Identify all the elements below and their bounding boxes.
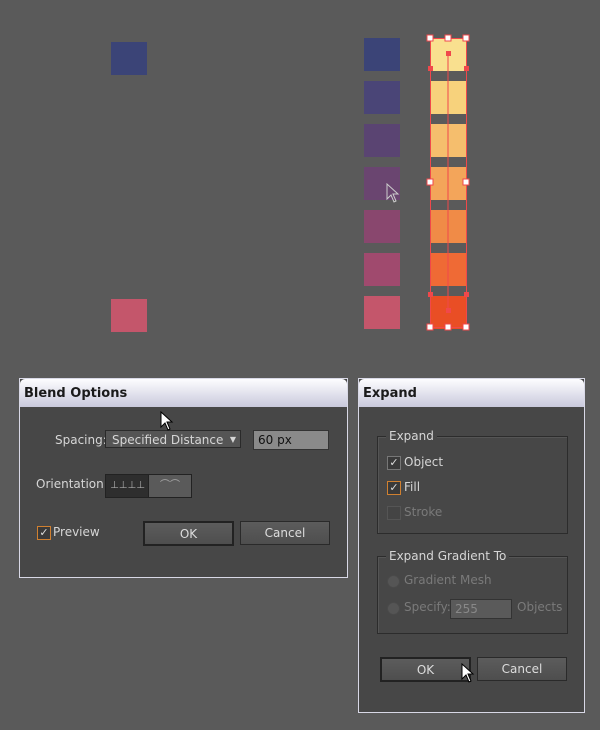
cancel-button[interactable]: Cancel (240, 521, 330, 545)
resize-handle (426, 34, 434, 42)
hollow-cursor-icon (386, 183, 400, 203)
resize-handle (426, 323, 434, 331)
resize-handle (462, 178, 470, 186)
resize-handle (462, 323, 470, 331)
object-label: Object (404, 455, 444, 469)
anchor-point (428, 292, 433, 297)
resize-handle (444, 34, 452, 42)
preview-checkbox[interactable]: ✓ (37, 526, 51, 540)
align-to-page-button[interactable]: ⊥⊥⊥⊥ (105, 474, 150, 498)
chevron-down-icon: ▼ (229, 435, 236, 444)
specify-radio[interactable] (387, 602, 400, 615)
gradient-mesh-label: Gradient Mesh (404, 573, 492, 587)
ok-button[interactable]: OK (380, 657, 471, 682)
anchor-point (446, 51, 451, 56)
selection-bounding-box[interactable] (0, 0, 600, 340)
object-checkbox[interactable]: ✓ (387, 456, 401, 470)
fill-label: Fill (404, 480, 421, 494)
expand-gradient-group: Expand Gradient To Gradient Mesh Specify… (377, 549, 568, 634)
stroke-checkbox[interactable] (387, 506, 401, 520)
spacing-label: Spacing: (55, 433, 107, 447)
fill-checkbox[interactable]: ✓ (387, 481, 401, 495)
stroke-label: Stroke (404, 505, 443, 519)
group-label: Expand Gradient To (386, 549, 510, 563)
anchor-point (428, 66, 433, 71)
anchor-point (464, 66, 469, 71)
expand-group: Expand ✓ Object ✓ Fill Stroke (377, 429, 568, 534)
anchor-point (464, 292, 469, 297)
preview-label: Preview (53, 525, 100, 539)
resize-handle (444, 323, 452, 331)
distance-input[interactable]: 60 px (253, 430, 329, 450)
blend-options-dialog: Blend Options Spacing: Specified Distanc… (19, 378, 348, 578)
orientation-label: Orientation: (36, 477, 108, 491)
anchor-point (446, 308, 451, 313)
mouse-cursor-icon (160, 411, 174, 431)
dialog-title: Expand (359, 379, 584, 407)
objects-label: Objects (517, 600, 563, 614)
resize-handle (426, 178, 434, 186)
resize-handle (462, 34, 470, 42)
gradient-mesh-radio[interactable] (387, 575, 400, 588)
specify-input[interactable]: 255 (450, 599, 512, 619)
mouse-cursor-icon (461, 663, 475, 683)
group-label: Expand (386, 429, 437, 443)
ok-button[interactable]: OK (143, 521, 234, 546)
cancel-button[interactable]: Cancel (477, 657, 567, 681)
align-to-path-button[interactable]: ⌒⌒ (148, 474, 192, 498)
spacing-dropdown[interactable]: Specified Distance ▼ (105, 430, 241, 448)
dialog-title: Blend Options (20, 379, 347, 407)
spacing-value: Specified Distance (112, 433, 224, 447)
specify-label: Specify: (404, 600, 451, 614)
